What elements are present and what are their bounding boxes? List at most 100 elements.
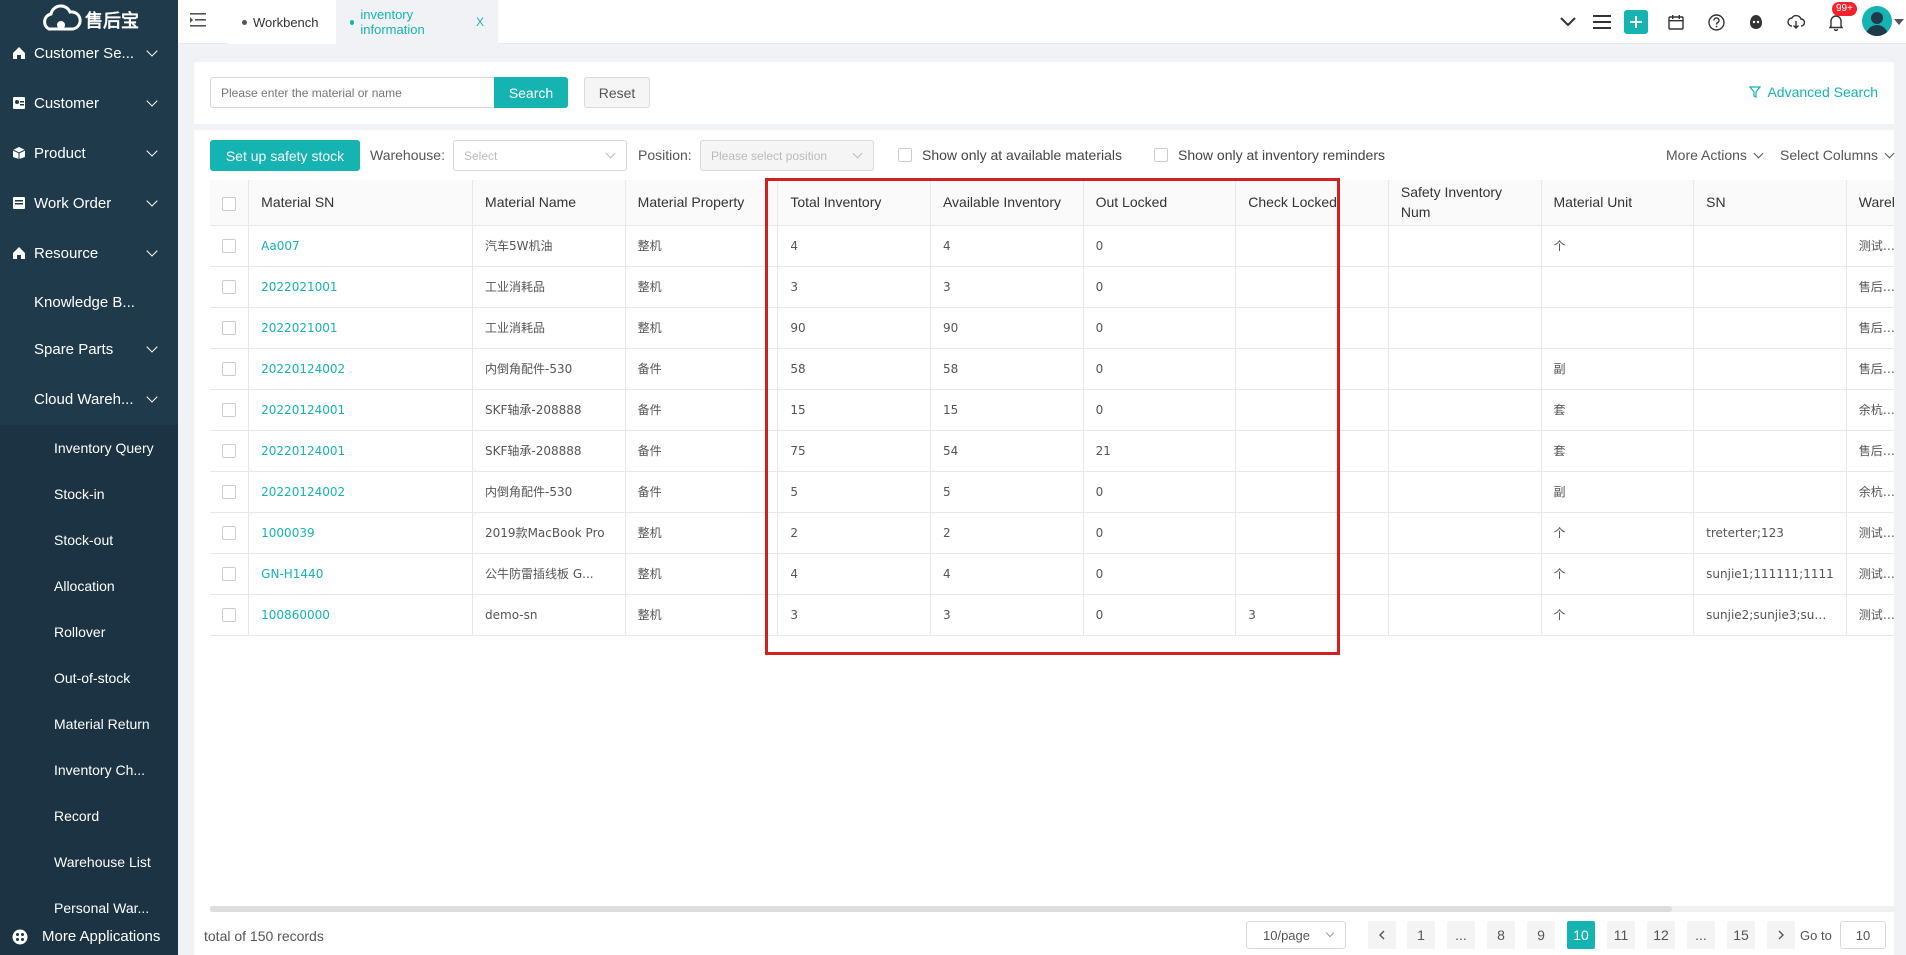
page-button-current[interactable]: 10 [1567, 921, 1595, 949]
close-icon[interactable]: X [476, 15, 484, 29]
row-checkbox[interactable] [222, 525, 236, 540]
row-checkbox[interactable] [222, 320, 236, 335]
row-checkbox[interactable] [222, 484, 236, 499]
sidebar-item-customer[interactable]: Customer [0, 88, 178, 118]
mascot-icon[interactable] [1744, 10, 1768, 34]
column-header[interactable]: Material Unit [1541, 180, 1695, 226]
material-sn-link[interactable]: 20220124002 [248, 348, 474, 390]
material-sn-link[interactable]: 2022021001 [248, 266, 474, 308]
row-checkbox[interactable] [222, 443, 236, 458]
sidebar-item-allocation[interactable]: Allocation [0, 571, 178, 601]
more-actions-dropdown[interactable]: More Actions [1666, 147, 1764, 163]
add-button[interactable] [1624, 10, 1648, 34]
warehouse-select[interactable]: Select [453, 140, 627, 171]
table-row[interactable]: 20220124001SKF轴承-208888备件755421 套 售后宝材 [210, 430, 1894, 472]
tab-inventory-information[interactable]: inventory information X [336, 0, 498, 44]
checkbox[interactable] [1154, 148, 1168, 162]
list-icon[interactable] [1590, 10, 1614, 34]
chevron-down-icon[interactable] [1556, 10, 1580, 34]
checkbox[interactable] [898, 148, 912, 162]
select-all-checkbox[interactable] [222, 196, 236, 211]
material-sn-link[interactable]: 20220124002 [248, 471, 474, 513]
column-header[interactable]: Material Property [625, 180, 779, 226]
material-sn-link[interactable]: 2022021001 [248, 307, 474, 349]
sidebar-item-material-return[interactable]: Material Return [0, 709, 178, 739]
notification-bell-icon[interactable]: 99+ [1824, 2, 1857, 34]
sidebar-item-inventory-query[interactable]: Inventory Query [0, 433, 178, 463]
material-sn-link[interactable]: 20220124001 [248, 430, 474, 472]
sidebar-item-product[interactable]: Product [0, 138, 178, 168]
column-header[interactable]: Available Inventory [930, 180, 1084, 226]
search-button[interactable]: Search [494, 77, 568, 108]
next-page-button[interactable] [1767, 921, 1795, 949]
sidebar-item-customer-service[interactable]: Customer Se... [0, 38, 178, 68]
column-header[interactable]: Out Locked [1083, 180, 1237, 226]
table-row[interactable]: 20220124001SKF轴承-208888备件15150套余杭仓库 [210, 389, 1894, 431]
goto-page-input[interactable] [1840, 921, 1886, 949]
table-row[interactable]: GN-H1440 公牛防雷插线板 G... 整机 4 4 0 个 sunjie1;111111… [210, 553, 1894, 595]
sidebar-item-work-order[interactable]: Work Order [0, 188, 178, 218]
material-sn-link[interactable]: GN-H1440 [248, 553, 474, 595]
row-checkbox[interactable] [222, 402, 236, 417]
avatar[interactable] [1862, 6, 1892, 36]
table-row[interactable]: 1000039 2019款MacBook Pro 整机 2 2 0 个 treterter;1… [210, 512, 1894, 554]
table-row[interactable]: Aa007汽车5W机油整机440个测试仓库 [210, 225, 1894, 267]
sidebar-item-warehouse-list[interactable]: Warehouse List [0, 847, 178, 877]
help-icon[interactable] [1704, 10, 1728, 34]
cloud-download-icon[interactable] [1784, 10, 1808, 34]
page-button[interactable]: 12 [1647, 921, 1675, 949]
page-button[interactable]: 11 [1607, 921, 1635, 949]
page-button[interactable]: 9 [1527, 921, 1555, 949]
sidebar-item-stock-in[interactable]: Stock-in [0, 479, 178, 509]
material-sn-link[interactable]: 1000039 [248, 512, 474, 554]
sidebar-item-out-of-stock[interactable]: Out-of-stock [0, 663, 178, 693]
column-header[interactable]: SN [1693, 180, 1847, 226]
more-applications-button[interactable]: More Applications [0, 918, 178, 955]
sidebar-item-knowledge-base[interactable]: Knowledge B... [0, 287, 178, 317]
column-header[interactable]: Material Name [472, 180, 626, 226]
search-input[interactable] [210, 77, 494, 108]
material-sn-link[interactable]: 100860000 [248, 594, 474, 636]
page-size-select[interactable]: 10/page [1246, 921, 1346, 949]
column-header[interactable]: Wareho [1846, 180, 1894, 226]
reset-button[interactable]: Reset [584, 77, 650, 108]
table-row[interactable]: 2022021001工业消耗品整机90900售后宝材 [210, 307, 1894, 349]
page-button[interactable]: 1 [1407, 921, 1435, 949]
sidebar-item-inventory-check[interactable]: Inventory Ch... [0, 755, 178, 785]
prev-page-button[interactable] [1368, 921, 1396, 949]
available-materials-checkbox[interactable]: Show only at available materials [898, 147, 1122, 163]
sidebar-item-cloud-warehouse[interactable]: Cloud Wareh... [0, 384, 178, 414]
table-row[interactable]: 100860000 demo-sn 整机 3 3 0 3 个 sunjie2;sunjie3;s… [210, 594, 1894, 636]
page-ellipsis[interactable]: ... [1447, 921, 1475, 949]
select-columns-dropdown[interactable]: Select Columns [1780, 147, 1895, 163]
column-header[interactable]: Safety Inventory Num [1388, 180, 1542, 226]
row-checkbox[interactable] [222, 361, 236, 376]
inventory-reminders-checkbox[interactable]: Show only at inventory reminders [1154, 147, 1385, 163]
position-select[interactable]: Please select position [700, 140, 874, 171]
collapse-menu-icon[interactable] [190, 12, 208, 31]
calendar-icon[interactable] [1664, 10, 1688, 34]
sidebar-item-record[interactable]: Record [0, 801, 178, 831]
sidebar-item-stock-out[interactable]: Stock-out [0, 525, 178, 555]
material-sn-link[interactable]: Aa007 [248, 225, 474, 267]
table-row[interactable]: 2022021001工业消耗品整机330售后宝材 [210, 266, 1894, 308]
material-sn-link[interactable]: 20220124001 [248, 389, 474, 431]
app-logo[interactable]: 售后宝 [0, 0, 178, 40]
sidebar-item-resource[interactable]: Resource [0, 238, 178, 268]
sidebar-item-rollover[interactable]: Rollover [0, 617, 178, 647]
page-ellipsis[interactable]: ... [1687, 921, 1715, 949]
row-checkbox[interactable] [222, 607, 236, 622]
sidebar-item-spare-parts[interactable]: Spare Parts [0, 334, 178, 364]
row-checkbox[interactable] [222, 238, 236, 253]
advanced-search-link[interactable]: Advanced Search [1749, 84, 1878, 100]
row-checkbox[interactable] [222, 566, 236, 581]
set-safety-stock-button[interactable]: Set up safety stock [210, 140, 360, 171]
page-button[interactable]: 15 [1727, 921, 1755, 949]
horizontal-scrollbar[interactable] [210, 906, 1894, 912]
page-button[interactable]: 8 [1487, 921, 1515, 949]
column-header[interactable]: Check Locked [1235, 180, 1389, 226]
column-header[interactable]: Material SN [248, 180, 474, 226]
table-row[interactable]: 20220124002内倒角配件-530备件58580副售后宝材 [210, 348, 1894, 390]
row-checkbox[interactable] [222, 279, 236, 294]
scrollbar-thumb[interactable] [210, 906, 1672, 912]
